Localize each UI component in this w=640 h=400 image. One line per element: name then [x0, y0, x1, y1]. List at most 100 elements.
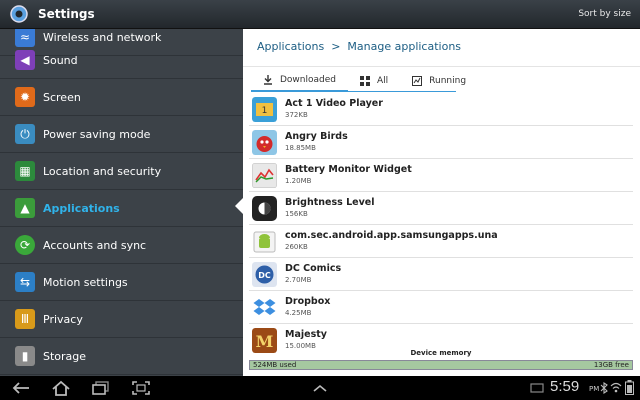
app-name: Battery Monitor Widget: [285, 164, 412, 175]
tab-all[interactable]: All: [348, 70, 400, 92]
app-name: com.sec.android.app.samsungapps.una: [285, 230, 498, 241]
sidebar-item-label: Accounts and sync: [43, 238, 147, 252]
home-button[interactable]: [50, 379, 72, 397]
app-name: Angry Birds: [285, 131, 348, 142]
app-name: DC Comics: [285, 263, 342, 274]
brightness-icon: [252, 195, 277, 221]
memory-label: Device memory: [410, 349, 472, 357]
clock-time: 5:59: [550, 378, 580, 395]
android-icon: [253, 231, 276, 252]
quick-panel-button[interactable]: [309, 379, 331, 397]
recent-apps-icon: [92, 381, 109, 395]
list-item-act1-video-player[interactable]: 1 Act 1 Video Player 372KB: [249, 93, 633, 126]
sidebar-item-label: Storage: [43, 349, 87, 363]
svg-text:DC: DC: [258, 271, 271, 280]
dc-comics-icon: DC: [252, 261, 277, 287]
breadcrumb-applications[interactable]: Applications: [257, 40, 324, 53]
grid-icon: [360, 76, 370, 86]
back-button[interactable]: [10, 379, 32, 397]
settings-sidebar: ≈ Wireless and network ◀ Sound ✹ Screen …: [0, 29, 243, 376]
tab-downloaded[interactable]: Downloaded: [251, 70, 348, 92]
sidebar-item-label: Privacy: [43, 312, 83, 326]
sidebar-item-motion[interactable]: ⇆ Motion settings: [0, 264, 243, 301]
clock-ampm: PM: [589, 385, 600, 393]
battery-status-icon: [625, 380, 634, 395]
screenshot-saved-icon: [530, 383, 544, 393]
device-memory-bar: Device memory 524MB used 13GB free: [249, 349, 633, 371]
battery-icon: [252, 162, 277, 188]
angry-birds-icon: [252, 129, 277, 155]
app-size: 4.25MB: [285, 309, 312, 317]
list-item-samsungapps[interactable]: com.sec.android.app.samsungapps.una 260K…: [249, 225, 633, 258]
sidebar-item-label: Power saving mode: [43, 127, 151, 141]
tabs-underline: [251, 91, 456, 92]
tab-label: Downloaded: [280, 75, 336, 85]
speaker-icon: ◀: [15, 50, 35, 70]
svg-text:M: M: [256, 332, 274, 351]
memory-free: 13GB free: [593, 361, 629, 369]
sidebar-item-label: Location and security: [43, 164, 162, 178]
tab-label: All: [377, 76, 389, 86]
app-size: 2.70MB: [285, 276, 312, 284]
app-size: 260KB: [285, 243, 308, 251]
sidebar-item-privacy[interactable]: Ⅲ Privacy: [0, 301, 243, 338]
sidebar-item-label: Sound: [43, 53, 78, 67]
breadcrumb-manage-applications: Manage applications: [347, 40, 462, 53]
app-name: Majesty: [285, 329, 327, 340]
applications-icon: ▲: [15, 198, 35, 218]
bluetooth-icon: [600, 382, 608, 394]
sidebar-item-applications[interactable]: ▲ Applications: [0, 190, 243, 227]
application-list: 1 Act 1 Video Player 372KB Angry Birds 1…: [249, 93, 633, 353]
sidebar-item-power-saving[interactable]: ⏻ Power saving mode: [0, 116, 243, 153]
app-size: 372KB: [285, 111, 308, 119]
recent-apps-button[interactable]: [90, 379, 112, 397]
screenshot-icon: [132, 381, 150, 395]
tab-running[interactable]: Running: [400, 70, 478, 92]
dropbox-icon: [253, 298, 276, 315]
list-item-brightness-level[interactable]: Brightness Level 156KB: [249, 192, 633, 225]
system-bar: 5:59 PM: [0, 376, 640, 400]
screen-icon: ✹: [15, 87, 35, 107]
sidebar-item-label: Motion settings: [43, 275, 128, 289]
svg-text:1: 1: [262, 106, 268, 116]
list-item-angry-birds[interactable]: Angry Birds 18.85MB: [249, 126, 633, 159]
wifi-signal-icon: [610, 382, 622, 393]
title-bar: Settings Sort by size: [0, 0, 640, 29]
storage-icon: ▮: [15, 346, 35, 366]
location-icon: ▦: [15, 161, 35, 181]
breadcrumb-separator: >: [331, 40, 341, 53]
settings-gear-icon: [10, 5, 28, 23]
sidebar-item-location-security[interactable]: ▦ Location and security: [0, 153, 243, 190]
sidebar-item-screen[interactable]: ✹ Screen: [0, 79, 243, 116]
list-item-dropbox[interactable]: Dropbox 4.25MB: [249, 291, 633, 324]
back-icon: [12, 382, 29, 394]
breadcrumb: Applications > Manage applications: [257, 40, 461, 53]
sidebar-item-sound[interactable]: ◀ Sound: [0, 42, 243, 79]
video-player-icon: 1: [252, 96, 277, 122]
divider: [243, 66, 640, 67]
app-name: Act 1 Video Player: [285, 98, 383, 109]
power-icon: ⏻: [15, 124, 35, 144]
motion-icon: ⇆: [15, 272, 35, 292]
list-item-dc-comics[interactable]: DC DC Comics 2.70MB: [249, 258, 633, 291]
app-size: 156KB: [285, 210, 308, 218]
sidebar-item-accounts-sync[interactable]: ⟳ Accounts and sync: [0, 227, 243, 264]
app-name: Dropbox: [285, 296, 331, 307]
app-size: 18.85MB: [285, 144, 316, 152]
app-name: Brightness Level: [285, 197, 375, 208]
manage-applications-panel: Applications > Manage applications Downl…: [243, 29, 640, 376]
tab-label: Running: [429, 76, 467, 86]
sync-icon: ⟳: [15, 235, 35, 255]
sidebar-item-label: Screen: [43, 90, 81, 104]
memory-usage-bar: [249, 360, 633, 370]
download-icon: [264, 75, 272, 85]
sort-by-size-button[interactable]: Sort by size: [578, 9, 631, 19]
list-item-battery-monitor[interactable]: Battery Monitor Widget 1.20MB: [249, 159, 633, 192]
app-size: 1.20MB: [285, 177, 312, 185]
memory-used: 524MB used: [253, 361, 297, 369]
screenshot-button[interactable]: [130, 379, 152, 397]
privacy-icon: Ⅲ: [15, 309, 35, 329]
sidebar-item-storage[interactable]: ▮ Storage: [0, 338, 243, 375]
app-filter-tabs: Downloaded All Running: [251, 70, 478, 92]
sidebar-item-label: Applications: [43, 201, 120, 215]
